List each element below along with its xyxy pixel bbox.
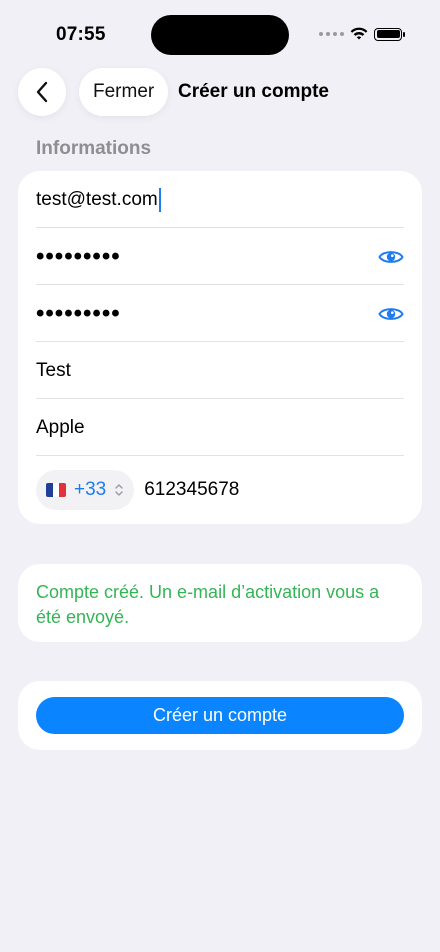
wifi-icon [350, 27, 368, 40]
close-button-label: Fermer [93, 81, 155, 102]
first-name-value: Test [36, 359, 71, 381]
create-account-button[interactable]: Créer un compte [36, 697, 404, 734]
section-header: Informations [36, 138, 152, 159]
dial-code: +33 [74, 478, 107, 500]
last-name-field[interactable]: Apple [36, 399, 404, 456]
dynamic-island [151, 15, 289, 55]
phone-number-input[interactable]: 612345678 [144, 479, 239, 501]
chevron-left-icon [36, 81, 48, 103]
close-button[interactable]: Fermer [79, 68, 169, 116]
cellular-signal-icon [319, 32, 344, 36]
form-card: test@test.com ••••••••• ••••••••• Test A… [18, 171, 422, 524]
password-value: ••••••••• [36, 242, 121, 270]
email-field[interactable]: test@test.com [36, 171, 404, 228]
eye-icon[interactable] [378, 248, 404, 266]
first-name-field[interactable]: Test [36, 342, 404, 399]
chevron-up-down-icon [115, 483, 123, 496]
flag-france-icon [46, 482, 66, 497]
page-title: Créer un compte [178, 81, 329, 102]
text-cursor [158, 187, 161, 212]
success-message: Compte créé. Un e-mail d’activation vous… [18, 564, 422, 642]
create-account-card: Créer un compte [18, 681, 422, 750]
battery-icon [374, 27, 405, 41]
screen: 07:55 Fermer Créer un compte Information… [0, 0, 440, 952]
back-button[interactable] [18, 68, 66, 116]
email-value: test@test.com [36, 188, 158, 210]
eye-icon[interactable] [378, 305, 404, 323]
success-message-text: Compte créé. Un e-mail d’activation vous… [36, 582, 380, 627]
password-confirm-value: ••••••••• [36, 299, 121, 327]
status-icons [319, 27, 405, 41]
password-confirm-field[interactable]: ••••••••• [36, 285, 404, 342]
status-time: 07:55 [56, 24, 106, 45]
phone-field: +33 612345678 [36, 461, 404, 518]
country-code-picker[interactable]: +33 [36, 469, 135, 510]
create-account-label: Créer un compte [152, 705, 288, 725]
password-field[interactable]: ••••••••• [36, 228, 404, 285]
last-name-value: Apple [36, 416, 85, 438]
